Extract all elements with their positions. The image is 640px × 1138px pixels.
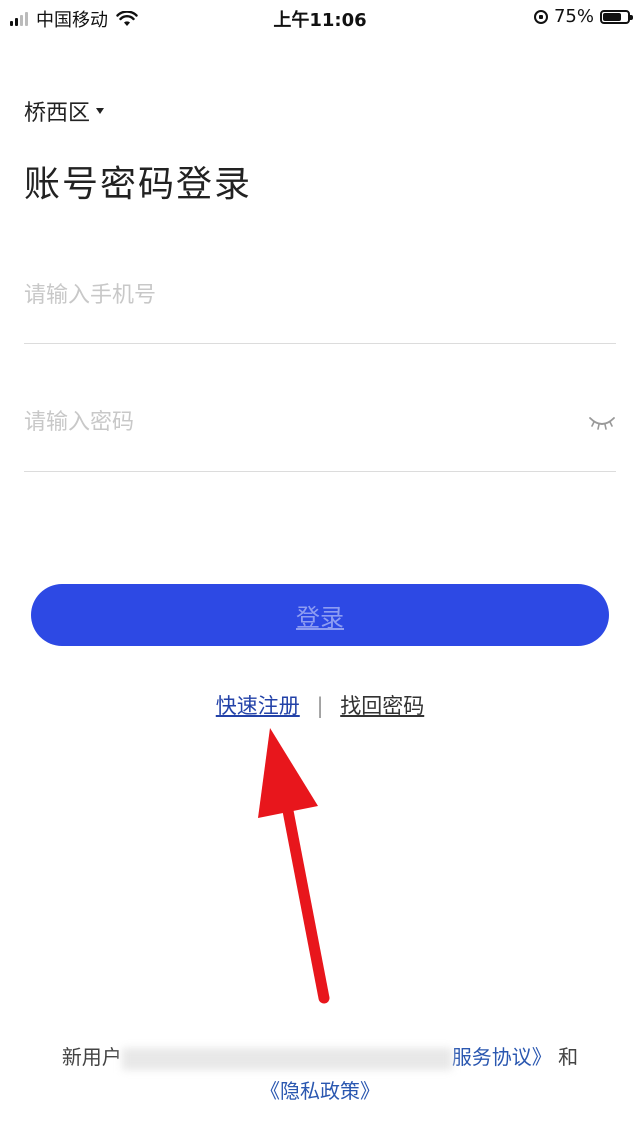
agreement-prefix: 新用户 [61,1045,122,1069]
agreement-text: 新用户 服务协议》 和 《隐私政策》 [0,1040,640,1108]
agreement-and: 和 [558,1045,579,1069]
privacy-policy-link[interactable]: 《隐私政策》 [260,1079,380,1103]
red-arrow-annotation [258,728,330,1004]
arrow-head [258,728,318,818]
arrow-shaft [278,784,330,1004]
blurred-text [121,1047,452,1070]
service-agreement-link[interactable]: 服务协议》 [452,1045,552,1069]
